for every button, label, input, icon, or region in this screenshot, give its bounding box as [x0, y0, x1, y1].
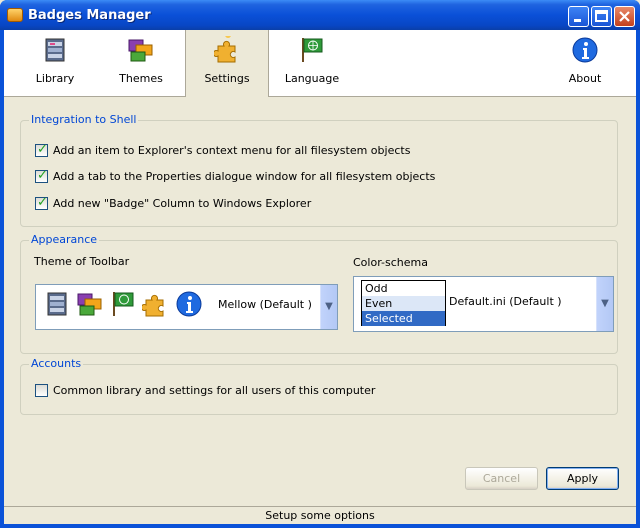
color-schema-select[interactable]: Odd Even Selected Default.ini (Default )… — [353, 276, 614, 332]
toolbar-themes[interactable]: Themes — [99, 30, 183, 97]
theme-select[interactable]: Mellow (Default ) ▼ — [35, 284, 338, 330]
badge-column-checkbox[interactable]: ✓ — [35, 195, 48, 210]
color-schema-preview: Odd Even Selected — [361, 280, 446, 326]
themes-icon — [128, 39, 153, 62]
cancel-button[interactable]: Cancel — [465, 467, 538, 490]
info-icon — [572, 37, 598, 63]
theme-themes-icon — [77, 293, 102, 316]
maximize-button[interactable] — [591, 6, 612, 27]
library-icon — [45, 38, 65, 62]
common-library-label: Common library and settings for all user… — [53, 384, 376, 397]
toolbar-language-label: Language — [284, 72, 340, 85]
integration-group: Integration to Shell ✓ Add an item to Ex… — [20, 113, 618, 227]
badge-column-label: Add new "Badge" Column to Windows Explor… — [53, 197, 312, 210]
theme-label: Theme of Toolbar — [34, 255, 130, 268]
toolbar-settings[interactable]: Settings — [185, 30, 269, 97]
color-schema-dropdown-button[interactable]: ▼ — [596, 277, 613, 331]
minimize-icon — [574, 19, 581, 22]
toolbar-themes-label: Themes — [119, 72, 163, 85]
common-library-checkbox[interactable] — [35, 384, 48, 397]
color-schema-value: Default.ini (Default ) — [449, 295, 562, 308]
apply-button[interactable]: Apply — [546, 467, 619, 490]
close-button[interactable] — [614, 6, 635, 27]
close-icon — [619, 11, 630, 22]
toolbar-library-label: Library — [35, 72, 75, 85]
maximize-icon — [595, 10, 608, 22]
theme-dropdown-button[interactable]: ▼ — [320, 285, 337, 329]
theme-value: Mellow (Default ) — [218, 298, 312, 311]
settings-puzzle-icon — [214, 36, 236, 63]
integration-group-title: Integration to Shell — [29, 113, 139, 126]
chevron-down-icon: ▼ — [601, 298, 609, 309]
properties-tab-checkbox[interactable]: ✓ — [35, 168, 48, 183]
accounts-group: Accounts Common library and settings for… — [20, 357, 618, 415]
chevron-down-icon: ▼ — [325, 301, 333, 312]
context-menu-checkbox[interactable]: ✓ — [35, 142, 48, 157]
client-area: Library Themes Settings Language About I… — [4, 30, 636, 524]
toolbar-settings-label: Settings — [204, 72, 250, 85]
toolbar-about-label: About — [568, 72, 602, 85]
toolbar-language[interactable]: Language — [270, 30, 354, 97]
color-row-selected: Selected — [362, 311, 445, 326]
context-menu-label: Add an item to Explorer's context menu f… — [53, 144, 411, 157]
appearance-group-title: Appearance — [29, 233, 100, 246]
toolbar-about[interactable]: About — [543, 30, 627, 97]
minimize-button[interactable] — [568, 6, 589, 27]
title-bar[interactable]: Badges Manager — [0, 0, 640, 30]
theme-library-icon — [47, 292, 67, 316]
language-flag-icon — [302, 38, 323, 62]
toolbar-library[interactable]: Library — [13, 30, 97, 97]
main-toolbar: Library Themes Settings Language About — [4, 30, 636, 97]
appearance-group: Appearance Theme of Toolbar Mellow (Defa… — [20, 233, 618, 354]
window-title: Badges Manager — [28, 8, 151, 23]
status-bar: Setup some options — [4, 506, 636, 524]
color-row-odd: Odd — [362, 281, 445, 296]
app-window: Badges Manager Library Themes Settings L… — [0, 0, 640, 528]
theme-puzzle-icon — [142, 294, 164, 317]
theme-info-icon — [176, 291, 202, 317]
accounts-group-title: Accounts — [29, 357, 84, 370]
color-schema-label: Color-schema — [353, 256, 428, 269]
app-icon — [7, 8, 23, 22]
theme-flag-icon — [113, 292, 134, 316]
properties-tab-label: Add a tab to the Properties dialogue win… — [53, 170, 436, 183]
color-row-even: Even — [362, 296, 445, 311]
